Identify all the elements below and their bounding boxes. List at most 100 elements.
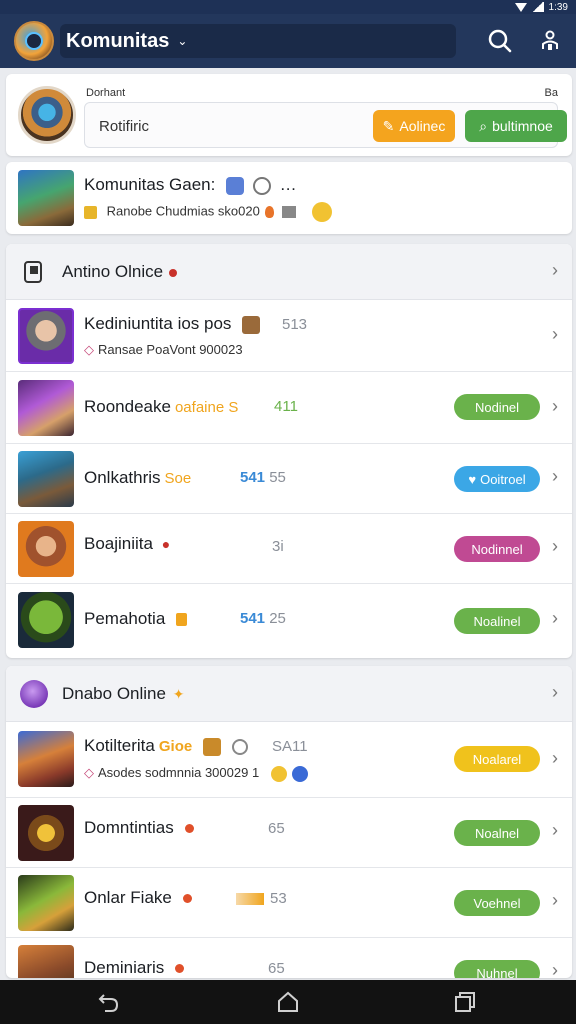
wifi-icon <box>514 2 527 12</box>
item-subtitle: ◇ Asodes sodmnnia 300029 1 <box>84 765 309 782</box>
list-item[interactable]: Kediniuntita ios pos 513 ◇ Ransae PoaVont… <box>6 300 572 372</box>
item-count: 541 25 <box>240 610 286 627</box>
search-small-icon: ⌕ <box>479 117 488 134</box>
status-pill[interactable]: Noalnel <box>454 820 540 846</box>
list-item[interactable]: Pemahotia 541 25 Noalinel › <box>6 584 572 658</box>
item-count: 3i <box>272 538 284 555</box>
item-count: 53 <box>236 890 287 907</box>
list-item[interactable]: Onlar Fiake 53 Voehnel › <box>6 868 572 938</box>
profile-label: Dorhant <box>86 87 126 99</box>
live-dot <box>182 894 192 904</box>
home-icon[interactable] <box>275 990 301 1014</box>
crate-icon <box>242 315 261 334</box>
controller-icon <box>24 261 42 283</box>
item-thumbnail <box>18 592 74 648</box>
trophy-icon <box>84 205 97 219</box>
status-pill[interactable]: Nuhnel <box>454 960 540 978</box>
featured-title: Komunitas Gaen: … <box>84 175 297 195</box>
app-logo <box>14 21 54 61</box>
heart-icon: ● <box>161 536 171 552</box>
chevron-right-icon: › <box>552 466 558 486</box>
chevron-right-icon: › <box>552 396 558 416</box>
shield-icon: ◇ <box>84 765 94 780</box>
potion-icon <box>20 680 48 708</box>
item-thumbnail <box>18 875 74 931</box>
secondary-action-label: bultimnoe <box>492 118 553 134</box>
live-dot <box>175 964 185 974</box>
item-title: Roondeake oafaine S <box>84 397 239 416</box>
status-pill[interactable]: Nodinnel <box>454 536 540 562</box>
app-bar: Komunitas ⌄ <box>0 14 576 68</box>
item-count: SA11 <box>272 738 308 755</box>
status-pill[interactable]: Nodinel <box>454 394 540 420</box>
profile-input[interactable]: Rotifiric ✎ Aolinec ⌕ bultimnoe <box>84 102 567 148</box>
chevron-right-icon: › <box>552 536 558 556</box>
settings-icon[interactable] <box>536 27 564 55</box>
item-count: 65 <box>268 960 285 977</box>
item-title: Deminiaris <box>84 958 185 978</box>
progress-icon <box>236 893 264 906</box>
item-count: 513 <box>282 316 308 333</box>
status-pill[interactable]: Voehnel <box>454 890 540 916</box>
secondary-action-button[interactable]: ⌕ bultimnoe <box>465 110 567 142</box>
primary-action-button[interactable]: ✎ Aolinec <box>373 110 455 142</box>
system-nav-bar <box>0 980 576 1024</box>
emoji-icon <box>311 202 332 222</box>
status-pill[interactable]: ♥ Ooitroel <box>454 466 540 492</box>
chevron-right-icon: › <box>552 890 558 910</box>
back-icon[interactable] <box>96 990 122 1014</box>
item-title: Pemahotia <box>84 609 188 629</box>
community-group-2: Dnabo Online ✦ › Kotilterita Gioe SA11 ◇ A… <box>6 666 572 978</box>
more-icon: … <box>279 175 297 194</box>
search-icon[interactable] <box>486 27 514 55</box>
group-title: Antino Olnice <box>62 262 178 282</box>
featured-card[interactable]: Komunitas Gaen: … Ranobe Chudmias sko020 <box>6 162 572 234</box>
chevron-right-icon: › <box>552 260 558 280</box>
list-item[interactable]: Onlkathris Soe 541 55 ♥ Ooitroel › <box>6 444 572 514</box>
chevron-right-icon: › <box>552 960 558 978</box>
primary-action-label: Aolinec <box>399 118 446 134</box>
item-title: Kediniuntita ios pos <box>84 314 261 334</box>
list-item[interactable]: Roondeake oafaine S 411 Nodinel › <box>6 372 572 444</box>
item-thumbnail <box>18 805 74 861</box>
app-title: Komunitas <box>66 29 170 52</box>
chevron-down-icon: ⌄ <box>177 34 188 48</box>
item-thumbnail <box>18 308 74 364</box>
signal-icon <box>531 2 544 12</box>
item-title: Domntintias <box>84 818 194 838</box>
list-item[interactable]: Deminiaris 65 Nuhnel › <box>6 938 572 978</box>
profile-input-value: Rotifiric <box>99 118 150 135</box>
globe-icon <box>292 765 309 782</box>
item-thumbnail <box>18 451 74 507</box>
chevron-right-icon: › <box>552 324 558 344</box>
flame-icon <box>176 613 188 627</box>
crate-icon <box>202 737 221 756</box>
star-icon: ✦ <box>172 686 185 702</box>
flame-icon <box>265 206 275 218</box>
item-title: Kotilterita Gioe <box>84 736 248 756</box>
status-pill[interactable]: Noalarel <box>454 746 540 772</box>
item-thumbnail <box>18 731 74 787</box>
chevron-right-icon: › <box>552 748 558 768</box>
list-item[interactable]: Kotilterita Gioe SA11 ◇ Asodes sodmnnia 30… <box>6 722 572 798</box>
chevron-right-icon: › <box>552 608 558 628</box>
featured-subtitle: Ranobe Chudmias sko020 <box>84 202 332 222</box>
badge-icon <box>226 176 245 195</box>
community-selector[interactable]: Komunitas ⌄ <box>60 24 456 58</box>
copyright-icon <box>231 738 248 755</box>
shield-icon: ◇ <box>84 342 94 357</box>
item-count: 65 <box>268 820 285 837</box>
status-pill[interactable]: Noalinel <box>454 608 540 634</box>
item-count: 541 55 <box>240 469 286 486</box>
recents-icon[interactable] <box>452 990 478 1014</box>
item-thumbnail <box>18 380 74 436</box>
user-avatar[interactable] <box>18 86 76 144</box>
group-header[interactable]: Antino Olnice › <box>6 244 572 300</box>
list-item[interactable]: Domntintias 65 Noalnel › <box>6 798 572 868</box>
item-title: Onlkathris Soe <box>84 468 192 487</box>
item-thumbnail <box>18 945 74 978</box>
group-header[interactable]: Dnabo Online ✦ › <box>6 666 572 722</box>
item-title: Boajiniita ● <box>84 534 171 553</box>
list-item[interactable]: Boajiniita ● 3i Nodinnel › <box>6 514 572 584</box>
live-dot <box>184 824 194 834</box>
